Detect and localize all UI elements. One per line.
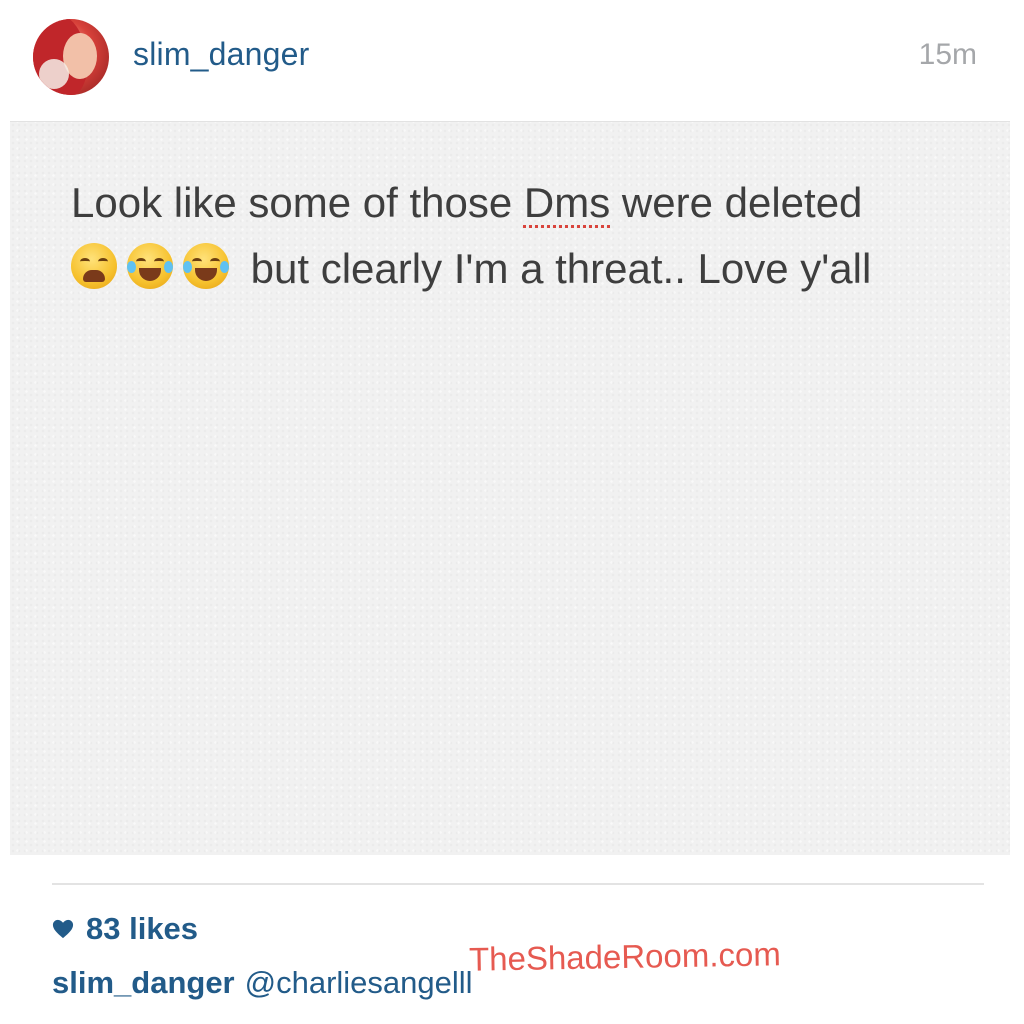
avatar[interactable] — [33, 19, 109, 95]
post-timestamp: 15m — [918, 38, 977, 71]
divider — [52, 883, 984, 885]
text-line1-before: Look like some of those — [71, 179, 524, 226]
caption: slim_danger @charliesangelll — [52, 965, 473, 1001]
tears-of-joy-icon — [183, 243, 229, 289]
likes-label: 83 likes — [86, 911, 199, 946]
heart-icon — [52, 919, 74, 939]
text-misspelled-word: Dms — [523, 179, 611, 226]
text-line2: but clearly I'm a threat.. Love y'all — [250, 245, 872, 292]
tears-of-joy-icon — [127, 243, 173, 289]
caption-mention[interactable]: @charliesangelll — [245, 965, 473, 1000]
post-header: slim_danger 15m — [0, 0, 1024, 118]
likes-count[interactable]: 83 likes — [52, 911, 198, 947]
post-image[interactable]: Look like some of those Dms were deleted… — [10, 121, 1010, 855]
post-image-text: Look like some of those Dms were deleted… — [71, 170, 971, 302]
weary-face-icon — [71, 243, 117, 289]
text-line1-after: were deleted — [610, 179, 863, 226]
caption-username[interactable]: slim_danger — [52, 965, 235, 1000]
post-username[interactable]: slim_danger — [133, 36, 310, 73]
watermark: TheShadeRoom.com — [468, 935, 782, 978]
